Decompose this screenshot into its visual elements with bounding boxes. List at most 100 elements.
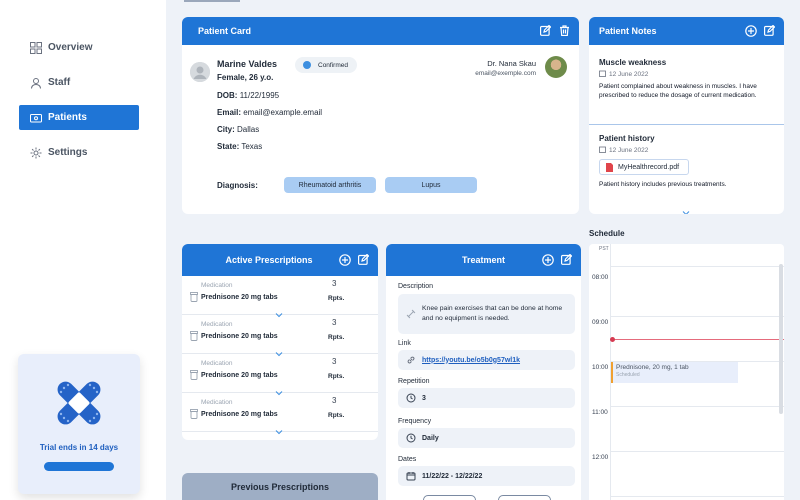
link-box: https://youtu.be/o5b0g57wl1k	[398, 350, 575, 370]
rx-value: Prednisone 20 mg tabs	[201, 333, 278, 340]
clock-icon	[406, 393, 416, 403]
exercise-icon	[406, 309, 416, 319]
note-title: Muscle weakness	[599, 58, 667, 67]
trial-text: Trial ends in 14 days	[39, 443, 119, 452]
sidebar-item-label: Settings	[48, 147, 88, 158]
field-email: Email: email@example.email	[217, 108, 323, 117]
schedule-title: Schedule	[589, 229, 625, 238]
frequency-box: Daily	[398, 428, 575, 448]
pdf-icon	[606, 162, 613, 172]
rx-label: Medication	[201, 282, 233, 289]
current-time-line	[611, 339, 784, 340]
previous-prescriptions-card[interactable]: Previous Prescriptions	[182, 473, 378, 500]
chevron-down-icon[interactable]	[275, 422, 283, 435]
pill-bottle-icon	[190, 367, 198, 380]
rx-value: Prednisone 20 mg tabs	[201, 294, 278, 301]
time-label: 12:00	[592, 454, 609, 461]
rx-unit: Rpts.	[328, 334, 345, 341]
link-label: Link	[398, 340, 411, 347]
dates-label: Dates	[398, 456, 417, 463]
note-title: Patient history	[599, 134, 655, 143]
rx-unit: Rpts.	[328, 295, 345, 302]
repetition-value: 3	[422, 394, 426, 402]
sidebar: Overview Staff Patients Settings Trial e…	[0, 0, 166, 500]
file-attachment[interactable]: MyHealthrecord.pdf	[599, 159, 689, 175]
time-label: 09:00	[592, 319, 609, 326]
rx-value: Prednisone 20 mg tabs	[201, 411, 278, 418]
edit-icon[interactable]	[763, 24, 776, 37]
sidebar-item-label: Staff	[48, 77, 71, 88]
note-date: 12 June 2022	[599, 146, 648, 155]
chevron-down-icon[interactable]	[682, 203, 690, 214]
hour-line	[610, 316, 784, 317]
sidebar-item-overview[interactable]: Overview	[19, 35, 139, 60]
sidebar-item-patients[interactable]: Patients	[19, 105, 139, 130]
rx-value: Prednisone 20 mg tabs	[201, 372, 278, 379]
patient-avatar	[190, 62, 210, 82]
status-text: Confirmed	[318, 61, 348, 69]
pill-bottle-icon	[190, 328, 198, 341]
edit-icon[interactable]	[357, 253, 370, 266]
prescription-row[interactable]: Medication Prednisone 20 mg tabs 3 Rpts.	[182, 393, 378, 435]
edit-icon[interactable]	[539, 24, 552, 37]
prescription-row[interactable]: Medication Prednisone 20 mg tabs 3 Rpts.	[182, 315, 378, 357]
clock-icon	[406, 433, 416, 443]
event-title: Prednisone, 20 mg, 1 tab	[616, 364, 689, 371]
trial-card: Trial ends in 14 days	[18, 354, 140, 494]
grid-icon	[29, 41, 43, 55]
rx-count: 3	[332, 279, 337, 288]
trash-icon[interactable]	[558, 24, 571, 37]
hour-line	[610, 451, 784, 452]
patient-card-title: Patient Card	[198, 26, 252, 36]
schedule-event[interactable]: Prednisone, 20 mg, 1 tab Scheduled	[611, 362, 738, 383]
time-label: 11:00	[592, 409, 608, 416]
description-text: Knee pain exercises that can be done at …	[422, 305, 563, 322]
add-icon[interactable]	[541, 253, 554, 266]
edit-icon[interactable]	[560, 253, 573, 266]
sidebar-item-label: Overview	[48, 42, 93, 53]
active-prescriptions-card: Active Prescriptions Medication Predniso…	[182, 244, 378, 440]
patient-card-header: Patient Card	[182, 17, 579, 45]
diagnosis-pill[interactable]: Lupus	[385, 177, 477, 193]
frequency-label: Frequency	[398, 418, 432, 425]
pill-bottle-icon	[190, 289, 198, 302]
rx-unit: Rpts.	[328, 412, 345, 419]
cancel-button[interactable]	[423, 495, 476, 500]
sidebar-item-label: Patients	[48, 112, 87, 123]
hour-line	[610, 266, 784, 267]
chevron-down-icon[interactable]	[275, 383, 283, 396]
sidebar-item-staff[interactable]: Staff	[19, 70, 139, 95]
treatment-link[interactable]: https://youtu.be/o5b0g57wl1k	[422, 357, 520, 364]
rx-label: Medication	[201, 360, 233, 367]
rx-count: 3	[332, 357, 337, 366]
doctor-email: email@exemple.com	[475, 70, 536, 77]
save-button[interactable]	[498, 495, 551, 500]
schedule-calendar[interactable]: PST 08:00 09:00 10:00 Prednisone, 20 mg,…	[589, 244, 784, 500]
prescription-row[interactable]: Medication Prednisone 20 mg tabs 3 Rpts.	[182, 276, 378, 318]
rx-count: 3	[332, 396, 337, 405]
chevron-down-icon[interactable]	[275, 344, 283, 357]
chevron-down-icon[interactable]	[275, 305, 283, 318]
patient-card: Patient Card Marine Valdes Female, 26 y.…	[182, 17, 579, 214]
field-city: City: Dallas	[217, 125, 260, 134]
calendar-icon	[599, 146, 606, 155]
diagnosis-pill[interactable]: Rheumatoid arthritis	[284, 177, 376, 193]
bandage-icon	[52, 376, 106, 430]
note-body: Patient history includes previous treatm…	[599, 181, 727, 188]
sidebar-item-settings[interactable]: Settings	[19, 140, 139, 165]
upgrade-button[interactable]	[44, 462, 114, 471]
scrollbar[interactable]	[779, 264, 783, 414]
add-icon[interactable]	[744, 24, 757, 37]
add-icon[interactable]	[338, 253, 351, 266]
treatment-card: Treatment Description Knee pain exercise…	[386, 244, 581, 500]
patient-name: Marine Valdes	[217, 59, 278, 69]
current-time-dot	[610, 337, 615, 342]
dates-box: 11/22/22 - 12/22/22	[398, 466, 575, 486]
description-box: Knee pain exercises that can be done at …	[398, 294, 575, 334]
note-body: Patient complained about weakness in mus…	[599, 83, 757, 99]
diagnosis-label: Diagnosis:	[217, 181, 258, 190]
prescription-row[interactable]: Medication Prednisone 20 mg tabs 3 Rpts.	[182, 354, 378, 396]
link-icon	[406, 355, 416, 365]
field-state: State: Texas	[217, 142, 263, 151]
pill-bottle-icon	[190, 406, 198, 419]
